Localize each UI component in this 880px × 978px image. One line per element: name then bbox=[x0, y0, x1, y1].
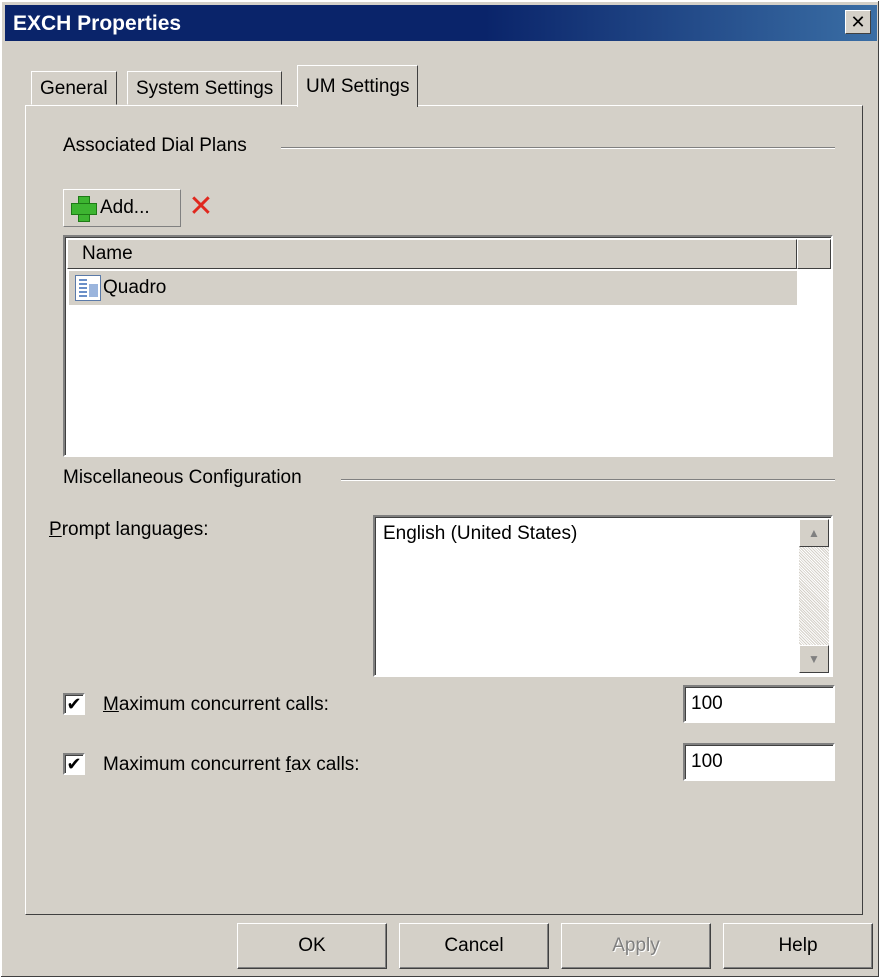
add-icon bbox=[68, 193, 98, 223]
max-fax-calls-input[interactable] bbox=[683, 743, 835, 781]
column-header-name[interactable]: Name bbox=[67, 239, 797, 269]
check-icon: ✔ bbox=[66, 694, 82, 714]
max-fax-calls-checkbox[interactable]: ✔ bbox=[63, 753, 85, 775]
list-item[interactable]: English (United States) bbox=[383, 523, 577, 545]
tab-um-settings[interactable]: UM Settings bbox=[297, 65, 419, 107]
dial-plan-icon bbox=[75, 275, 101, 301]
scroll-up-button[interactable]: ▲ bbox=[799, 519, 829, 547]
ok-button[interactable]: OK bbox=[237, 923, 387, 969]
dial-plans-list[interactable]: Name Quadro bbox=[63, 235, 833, 457]
prompt-languages-list[interactable]: English (United States) ▲ ▼ bbox=[373, 515, 833, 677]
cancel-button[interactable]: Cancel bbox=[399, 923, 549, 969]
scroll-down-button[interactable]: ▼ bbox=[799, 645, 829, 673]
delete-icon[interactable]: ✕ bbox=[187, 191, 215, 223]
list-item-label: Quadro bbox=[103, 277, 167, 298]
tab-label: System Settings bbox=[136, 78, 274, 99]
section-divider bbox=[281, 147, 835, 149]
tab-system-settings[interactable]: System Settings bbox=[127, 71, 283, 105]
close-icon: ✕ bbox=[850, 12, 866, 32]
max-calls-input[interactable] bbox=[683, 685, 835, 723]
list-item[interactable]: Quadro bbox=[69, 271, 797, 305]
tab-general[interactable]: General bbox=[31, 71, 117, 105]
title-bar[interactable]: EXCH Properties ✕ bbox=[5, 5, 877, 41]
dial-plans-section-label: Associated Dial Plans bbox=[63, 135, 257, 157]
section-divider bbox=[341, 479, 835, 481]
max-fax-calls-label: Maximum concurrent fax calls: bbox=[103, 754, 360, 775]
max-calls-checkbox[interactable]: ✔ bbox=[63, 693, 85, 715]
tab-label: General bbox=[40, 78, 108, 99]
max-calls-label-rest: aximum concurrent calls: bbox=[118, 694, 329, 715]
max-fax-label-part1: Maximum concurrent bbox=[103, 754, 286, 775]
window-title: EXCH Properties bbox=[13, 12, 182, 35]
tab-label: UM Settings bbox=[306, 76, 410, 97]
prompt-languages-label-rest: rompt languages: bbox=[61, 519, 209, 540]
max-calls-label: Maximum concurrent calls: bbox=[103, 694, 329, 715]
apply-button[interactable]: Apply bbox=[561, 923, 711, 969]
list-header: Name bbox=[67, 239, 831, 269]
check-icon: ✔ bbox=[66, 754, 82, 774]
help-button[interactable]: Help bbox=[723, 923, 873, 969]
add-button-label: Add... bbox=[100, 197, 150, 218]
close-button[interactable]: ✕ bbox=[845, 10, 871, 34]
column-header-filler bbox=[797, 239, 831, 269]
properties-dialog: EXCH Properties ✕ General System Setting… bbox=[0, 0, 880, 978]
max-fax-label-part2: ax calls: bbox=[290, 754, 360, 775]
prompt-languages-label: Prompt languages: bbox=[49, 519, 209, 540]
vertical-scrollbar[interactable]: ▲ ▼ bbox=[799, 519, 829, 673]
add-dial-plan-button[interactable]: Add... bbox=[63, 189, 181, 227]
misc-section-label: Miscellaneous Configuration bbox=[63, 467, 312, 489]
